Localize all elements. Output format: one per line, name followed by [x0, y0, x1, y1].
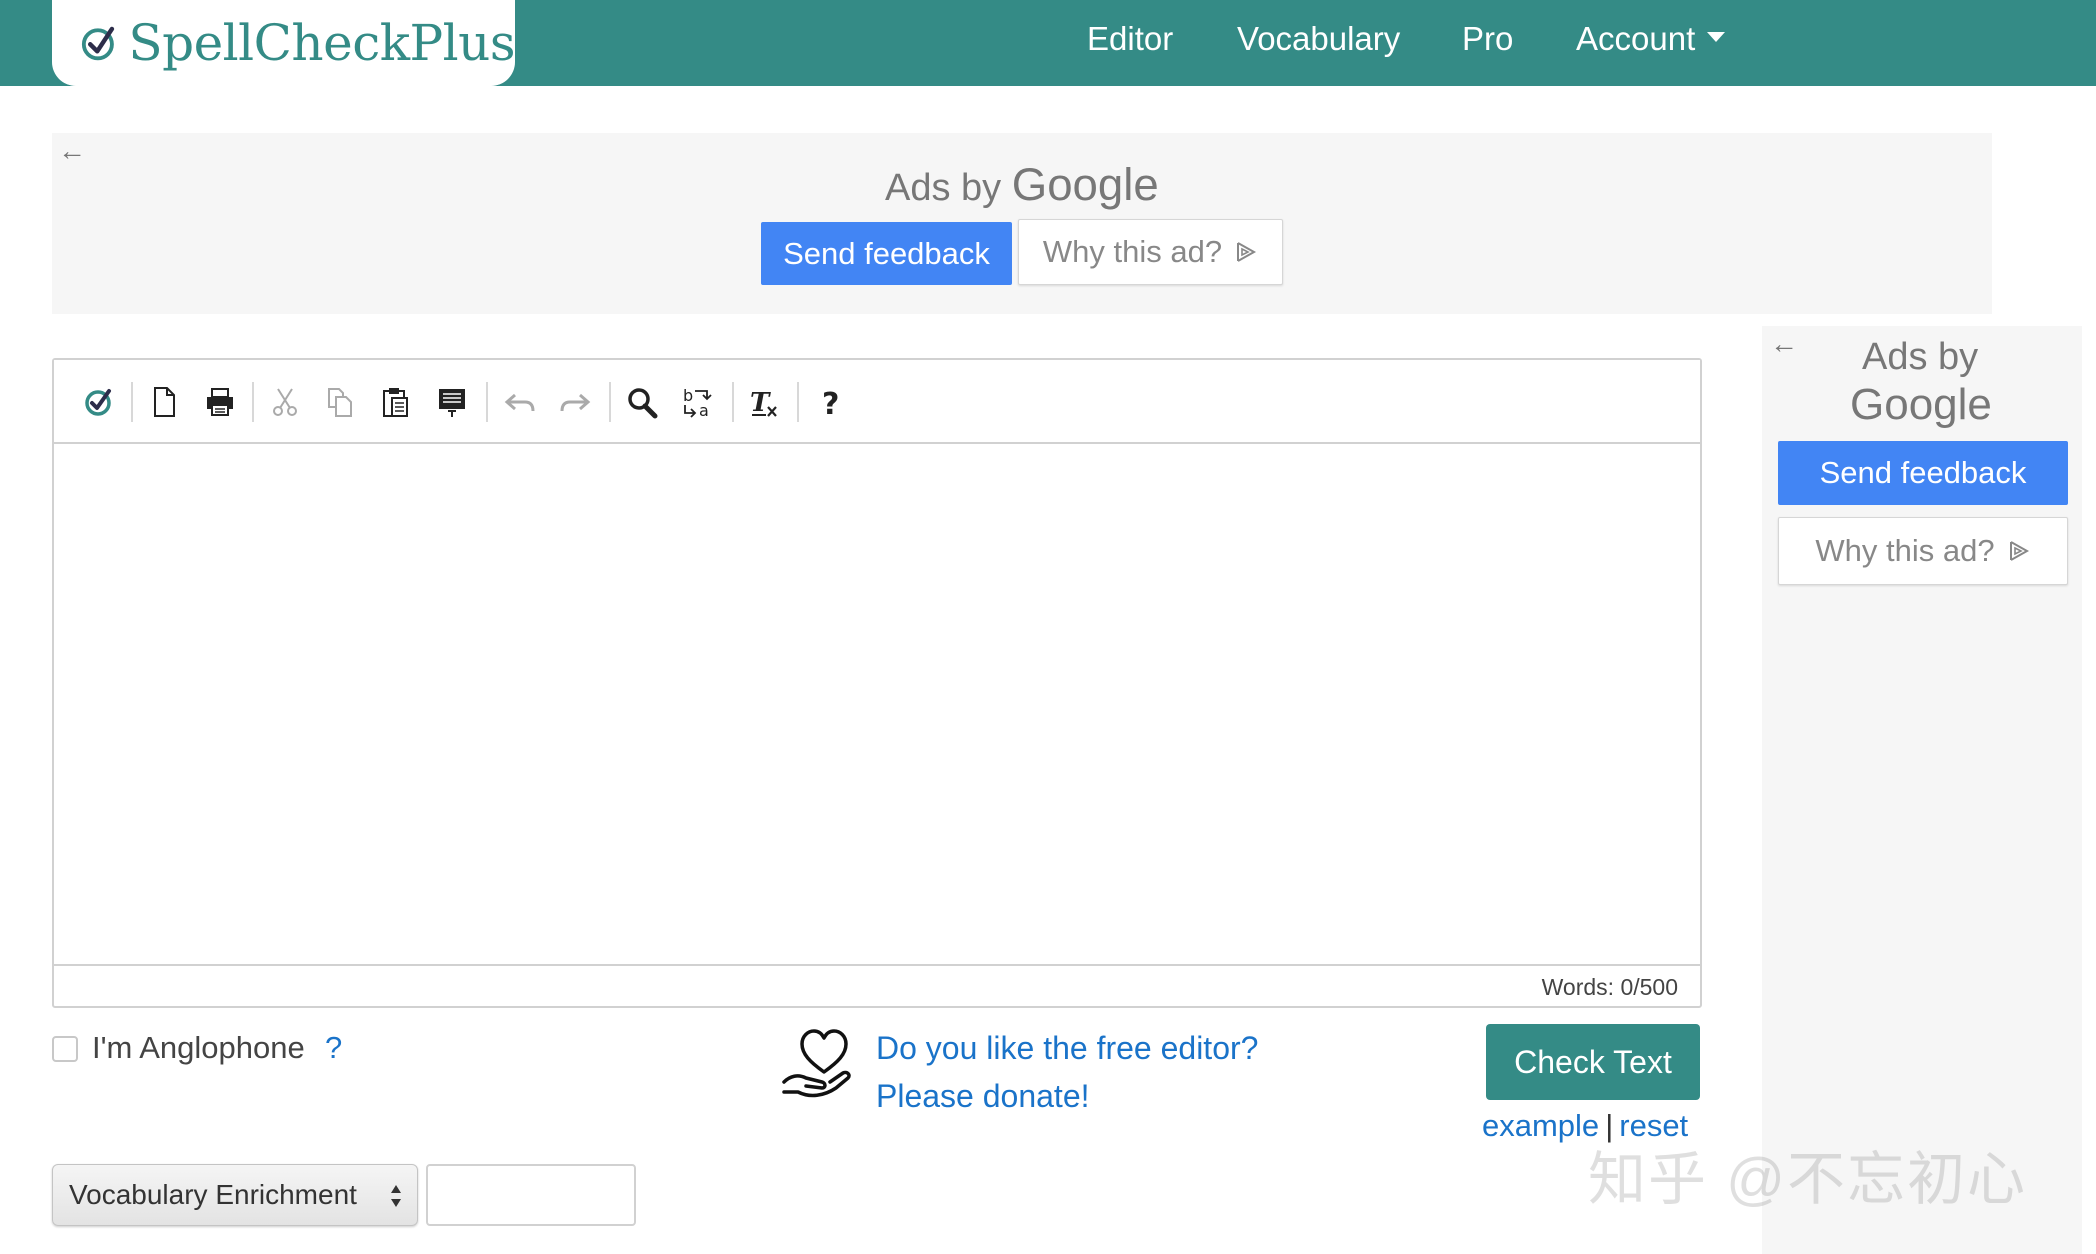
ad-banner-top: ← Ads by Google Send feedback Why this a…: [52, 133, 1992, 314]
nav-vocabulary[interactable]: Vocabulary: [1237, 20, 1400, 58]
send-feedback-button[interactable]: Send feedback: [761, 222, 1012, 285]
new-document-icon[interactable]: [144, 382, 184, 422]
ad-choices-icon: [1237, 242, 1257, 262]
toolbar-separator: [252, 382, 254, 422]
donate-link-line1[interactable]: Do you like the free editor?: [876, 1030, 1258, 1067]
anglophone-checkbox[interactable]: [52, 1036, 78, 1062]
ad-side-ads-by: Ads by: [1862, 336, 1979, 378]
example-link[interactable]: example: [1482, 1108, 1599, 1143]
check-text-button[interactable]: Check Text: [1486, 1024, 1700, 1100]
toolbar-separator: [609, 382, 611, 422]
google-text: Google: [1011, 159, 1159, 210]
select-arrows-icon: [391, 1185, 401, 1207]
checkmark-logo-icon: [81, 26, 115, 61]
vocabulary-mode-value: Vocabulary Enrichment: [69, 1179, 357, 1210]
side-send-feedback-button[interactable]: Send feedback: [1778, 441, 2068, 505]
spellcheck-icon[interactable]: [79, 382, 119, 422]
nav-account-label: Account: [1576, 20, 1696, 57]
redo-icon: [555, 382, 595, 422]
editor-status-bar: Words: 0/500: [54, 964, 1700, 1006]
why-this-ad-button[interactable]: Why this ad?: [1018, 219, 1283, 285]
svg-text:T: T: [750, 388, 771, 418]
donate-link-line2[interactable]: Please donate!: [876, 1078, 1090, 1115]
toolbar-separator: [131, 382, 133, 422]
toolbar-separator: [486, 382, 488, 422]
cut-icon: [265, 382, 305, 422]
paste-text-icon[interactable]: [432, 382, 472, 422]
brand-name: SpellCheckPlus: [128, 14, 515, 72]
editor-toolbar: ba T ?: [54, 360, 1700, 444]
svg-text:a: a: [699, 401, 709, 419]
copy-icon: [320, 382, 360, 422]
undo-icon: [500, 382, 540, 422]
heart-hand-icon: [782, 1029, 851, 1098]
why-this-ad-label: Why this ad?: [1042, 234, 1223, 269]
anglophone-label: I'm Anglophone: [92, 1030, 305, 1065]
toolbar-separator: [797, 382, 799, 422]
nav-editor[interactable]: Editor: [1087, 20, 1173, 58]
ad-side-back-arrow-icon[interactable]: ←: [1770, 328, 1798, 360]
side-ad-choices-icon: [2009, 541, 2029, 561]
help-icon[interactable]: ?: [811, 382, 851, 422]
ad-title: Ads by Google: [885, 159, 1159, 211]
nav-pro[interactable]: Pro: [1462, 20, 1513, 58]
ad-side-google: Google: [1850, 380, 1992, 429]
side-why-this-ad-button[interactable]: Why this ad?: [1778, 517, 2068, 585]
word-count: Words: 0/500: [1541, 974, 1678, 1000]
nav-account-dropdown[interactable]: Account: [1576, 20, 1726, 58]
replace-icon[interactable]: ba: [678, 382, 718, 422]
paste-icon[interactable]: [376, 382, 416, 422]
watermark-text: 知乎 @不忘初心: [1588, 1147, 2027, 1212]
svg-text:?: ?: [822, 387, 839, 419]
remove-format-icon[interactable]: T: [745, 382, 785, 422]
text-editor: ba T ? Words: 0/500: [52, 358, 1702, 1008]
navbar: SpellCheckPlus Editor Vocabulary Pro Acc…: [0, 0, 2096, 86]
ads-by-text: Ads by: [885, 167, 1012, 209]
caret-down-icon: [1707, 32, 1726, 43]
brand-logo[interactable]: SpellCheckPlus: [52, 0, 515, 86]
anglophone-help-link[interactable]: ?: [325, 1030, 342, 1066]
toolbar-separator: [732, 382, 734, 422]
vocabulary-input[interactable]: [426, 1164, 636, 1226]
side-why-this-ad-label: Why this ad?: [1815, 533, 1995, 568]
ad-banner-side: ← Ads by Google Send feedback Why this a…: [1762, 326, 2082, 1254]
find-icon[interactable]: [622, 382, 662, 422]
svg-text:b: b: [683, 386, 693, 405]
vocabulary-mode-select[interactable]: Vocabulary Enrichment: [52, 1164, 418, 1226]
print-icon[interactable]: [200, 382, 240, 422]
editor-text-area[interactable]: [54, 444, 1700, 966]
ad-back-arrow-icon[interactable]: ←: [58, 135, 86, 167]
